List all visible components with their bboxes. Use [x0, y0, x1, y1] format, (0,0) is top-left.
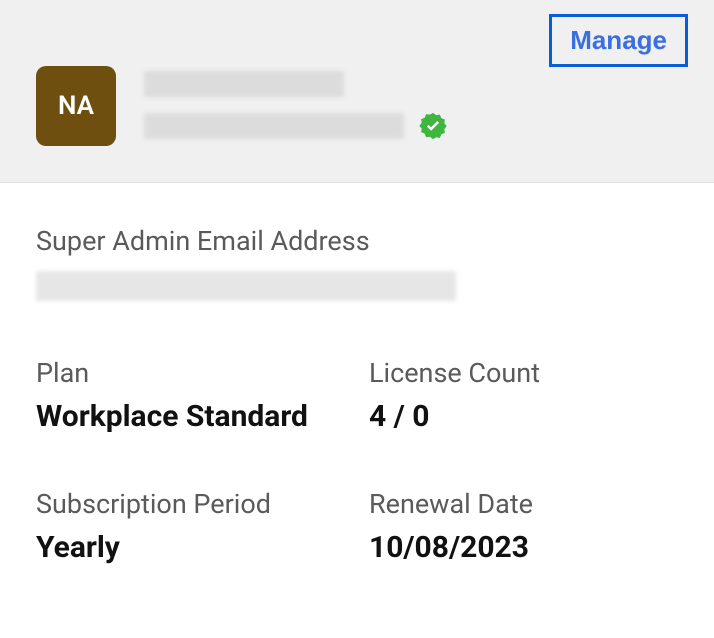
profile-row: NA [36, 66, 678, 146]
subscription-period-cell: Subscription Period Yearly [36, 488, 345, 567]
redacted-org [144, 113, 404, 139]
plan-label: Plan [36, 357, 345, 389]
subscription-period-label: Subscription Period [36, 488, 345, 520]
license-count-label: License Count [369, 357, 678, 389]
redacted-name [144, 71, 344, 97]
plan-value: Workplace Standard [36, 397, 345, 436]
profile-lines [144, 71, 448, 141]
manage-button[interactable]: Manage [549, 14, 688, 67]
subscription-period-value: Yearly [36, 528, 345, 567]
redacted-email [36, 271, 456, 301]
renewal-date-label: Renewal Date [369, 488, 678, 520]
verified-icon [418, 111, 448, 141]
super-admin-label: Super Admin Email Address [36, 225, 678, 257]
details-section: Super Admin Email Address Plan Workplace… [0, 183, 714, 591]
avatar: NA [36, 66, 116, 146]
license-count-value: 4 / 0 [369, 397, 678, 436]
account-header: Manage NA [0, 0, 714, 183]
plan-cell: Plan Workplace Standard [36, 357, 345, 436]
redacted-org-row [144, 111, 448, 141]
renewal-date-cell: Renewal Date 10/08/2023 [369, 488, 678, 567]
license-count-cell: License Count 4 / 0 [369, 357, 678, 436]
renewal-date-value: 10/08/2023 [369, 528, 678, 567]
info-grid: Plan Workplace Standard License Count 4 … [36, 357, 678, 567]
